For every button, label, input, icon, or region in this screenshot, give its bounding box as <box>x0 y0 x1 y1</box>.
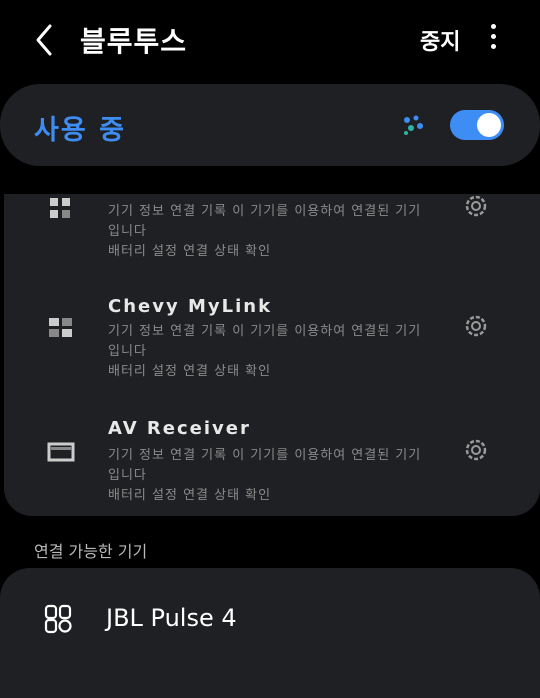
available-devices-header: 연결 가능한 기기 <box>34 542 148 561</box>
available-device-name: JBL Pulse 4 <box>106 604 237 632</box>
settings-gear-icon[interactable] <box>462 194 490 220</box>
paired-device-row[interactable]: Chevy MyLink 기기 정보 연결 기록 이 기기를 이용하여 연결된 … <box>4 290 540 390</box>
device-desc-line: 기기 정보 연결 기록 이 기기를 이용하여 연결된 기기입니다 <box>108 448 422 483</box>
app-header: 블루투스 중지 <box>0 0 540 80</box>
device-desc-line: 기기 정보 연결 기록 이 기기를 이용하여 연결된 기기입니다 <box>108 204 422 239</box>
available-devices-card: JBL Pulse 4 <box>0 568 540 698</box>
bluetooth-switch[interactable] <box>450 110 504 140</box>
monitor-icon <box>47 442 75 462</box>
car-device-icon <box>49 318 72 337</box>
settings-gear-icon[interactable] <box>462 312 490 340</box>
device-name: Chevy MyLink <box>108 296 273 317</box>
switch-knob <box>477 113 501 137</box>
paired-device-row[interactable]: AV Receiver 기기 정보 연결 기록 이 기기를 이용하여 연결된 기… <box>4 412 540 512</box>
device-description: 기기 정보 연결 기록 이 기기를 이용하여 연결된 기기입니다 배터리 설정 … <box>108 446 428 506</box>
device-desc-line: 배터리 설정 연결 상태 확인 <box>108 364 272 379</box>
toggle-status-label: 사용 중 <box>34 115 126 146</box>
device-desc-line: 배터리 설정 연결 상태 확인 <box>108 244 272 259</box>
settings-gear-icon[interactable] <box>462 436 490 464</box>
device-description: 기기 정보 연결 기록 이 기기를 이용하여 연결된 기기입니다 배터리 설정 … <box>108 202 428 262</box>
scanning-dots-icon <box>404 115 423 135</box>
device-desc-line: 배터리 설정 연결 상태 확인 <box>108 488 272 503</box>
page-title: 블루투스 <box>80 25 188 58</box>
available-device-row[interactable]: JBL Pulse 4 <box>0 568 540 668</box>
device-desc-line: 기기 정보 연결 기록 이 기기를 이용하여 연결된 기기입니다 <box>108 324 422 359</box>
device-icon <box>50 198 70 218</box>
device-name: AV Receiver <box>108 418 251 439</box>
device-description: 기기 정보 연결 기록 이 기기를 이용하여 연결된 기기입니다 배터리 설정 … <box>108 322 428 382</box>
more-options-icon[interactable] <box>486 24 500 54</box>
speaker-group-icon <box>44 604 72 634</box>
paired-devices-card: 기기 정보 연결 기록 이 기기를 이용하여 연결된 기기입니다 배터리 설정 … <box>4 194 540 516</box>
paired-device-row[interactable]: 기기 정보 연결 기록 이 기기를 이용하여 연결된 기기입니다 배터리 설정 … <box>4 194 540 282</box>
stop-button[interactable]: 중지 <box>420 24 460 56</box>
back-chevron-icon[interactable] <box>30 22 60 58</box>
